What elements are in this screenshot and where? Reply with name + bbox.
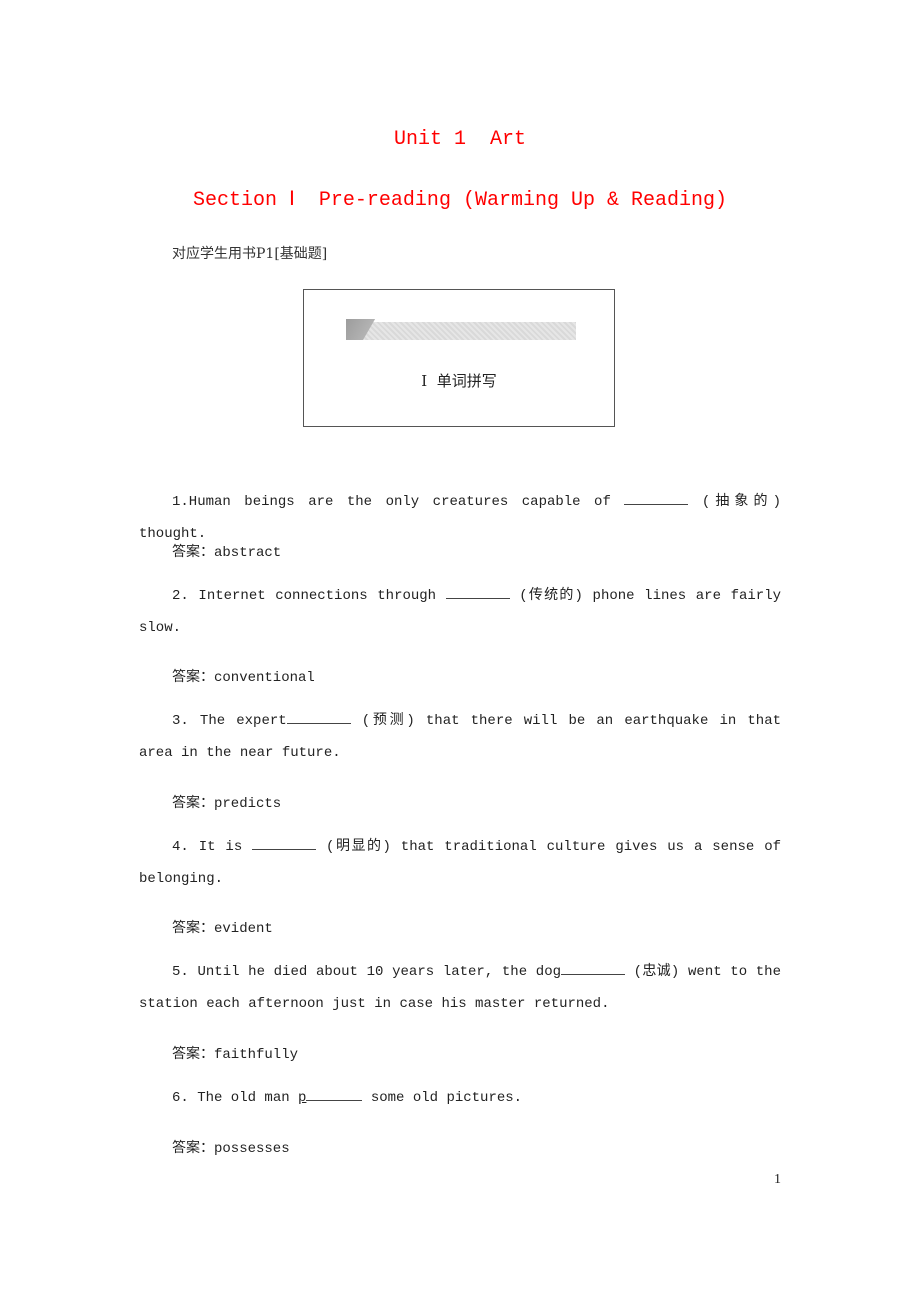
answer-value: predicts — [214, 796, 282, 812]
answer-2: 答案：conventional — [172, 666, 315, 686]
question-text: 2. Internet connections through — [172, 588, 446, 604]
answer-6: 答案：possesses — [172, 1137, 290, 1157]
answer-label: 答案： — [172, 921, 214, 937]
unit-title: Unit 1 Art — [393, 128, 527, 151]
question-2: 2. Internet connections through (传统的) ph… — [139, 580, 781, 644]
answer-blank — [561, 962, 625, 975]
question-text: some old pictures. — [362, 1090, 523, 1106]
answer-label: 答案： — [172, 1047, 214, 1063]
answer-value: conventional — [214, 670, 315, 686]
page-number: 1 — [774, 1172, 781, 1187]
question-text: 4. It is — [172, 839, 253, 855]
section-title: Section Ⅰ Pre-reading (Warming Up & Read… — [193, 189, 727, 212]
answer-value: abstract — [214, 545, 282, 561]
question-text: 5. Until he died about 10 years later, t… — [172, 964, 561, 980]
answer-4: 答案：evident — [172, 917, 273, 937]
banner-tab-decoration — [346, 319, 382, 340]
question-text: 6. The old man — [172, 1090, 299, 1106]
answer-value: possesses — [214, 1141, 290, 1157]
question-text: 1.Human beings are the only creatures ca… — [172, 494, 625, 510]
answer-label: 答案： — [172, 545, 214, 561]
answer-label: 答案： — [172, 796, 214, 812]
answer-label: 答案： — [172, 670, 214, 686]
answer-5: 答案：faithfully — [172, 1043, 298, 1063]
question-5: 5. Until he died about 10 years later, t… — [139, 956, 781, 1020]
answer-3: 答案：predicts — [172, 792, 281, 812]
answer-blank — [306, 1088, 363, 1101]
textbook-reference: 对应学生用书P1[基础题] — [172, 246, 328, 262]
answer-blank — [286, 711, 351, 724]
question-6: 6. The old man p some old pictures. — [139, 1082, 781, 1114]
question-3: 3. The expert (预测) that there will be an… — [139, 705, 781, 769]
answer-blank — [252, 837, 317, 850]
section-heading-box: Ⅰ 单词拼写 — [303, 289, 615, 427]
question-text: 3. The expert — [172, 713, 287, 729]
question-4: 4. It is (明显的) that traditional culture … — [139, 831, 781, 895]
answer-blank — [445, 586, 510, 599]
answer-value: faithfully — [214, 1047, 299, 1063]
section-heading-label: Ⅰ 单词拼写 — [421, 372, 497, 390]
answer-label: 答案： — [172, 1141, 214, 1157]
answer-blank — [624, 492, 689, 505]
answer-value: evident — [214, 921, 273, 937]
answer-1: 答案：abstract — [172, 541, 281, 561]
hint-letter: p — [298, 1090, 307, 1106]
